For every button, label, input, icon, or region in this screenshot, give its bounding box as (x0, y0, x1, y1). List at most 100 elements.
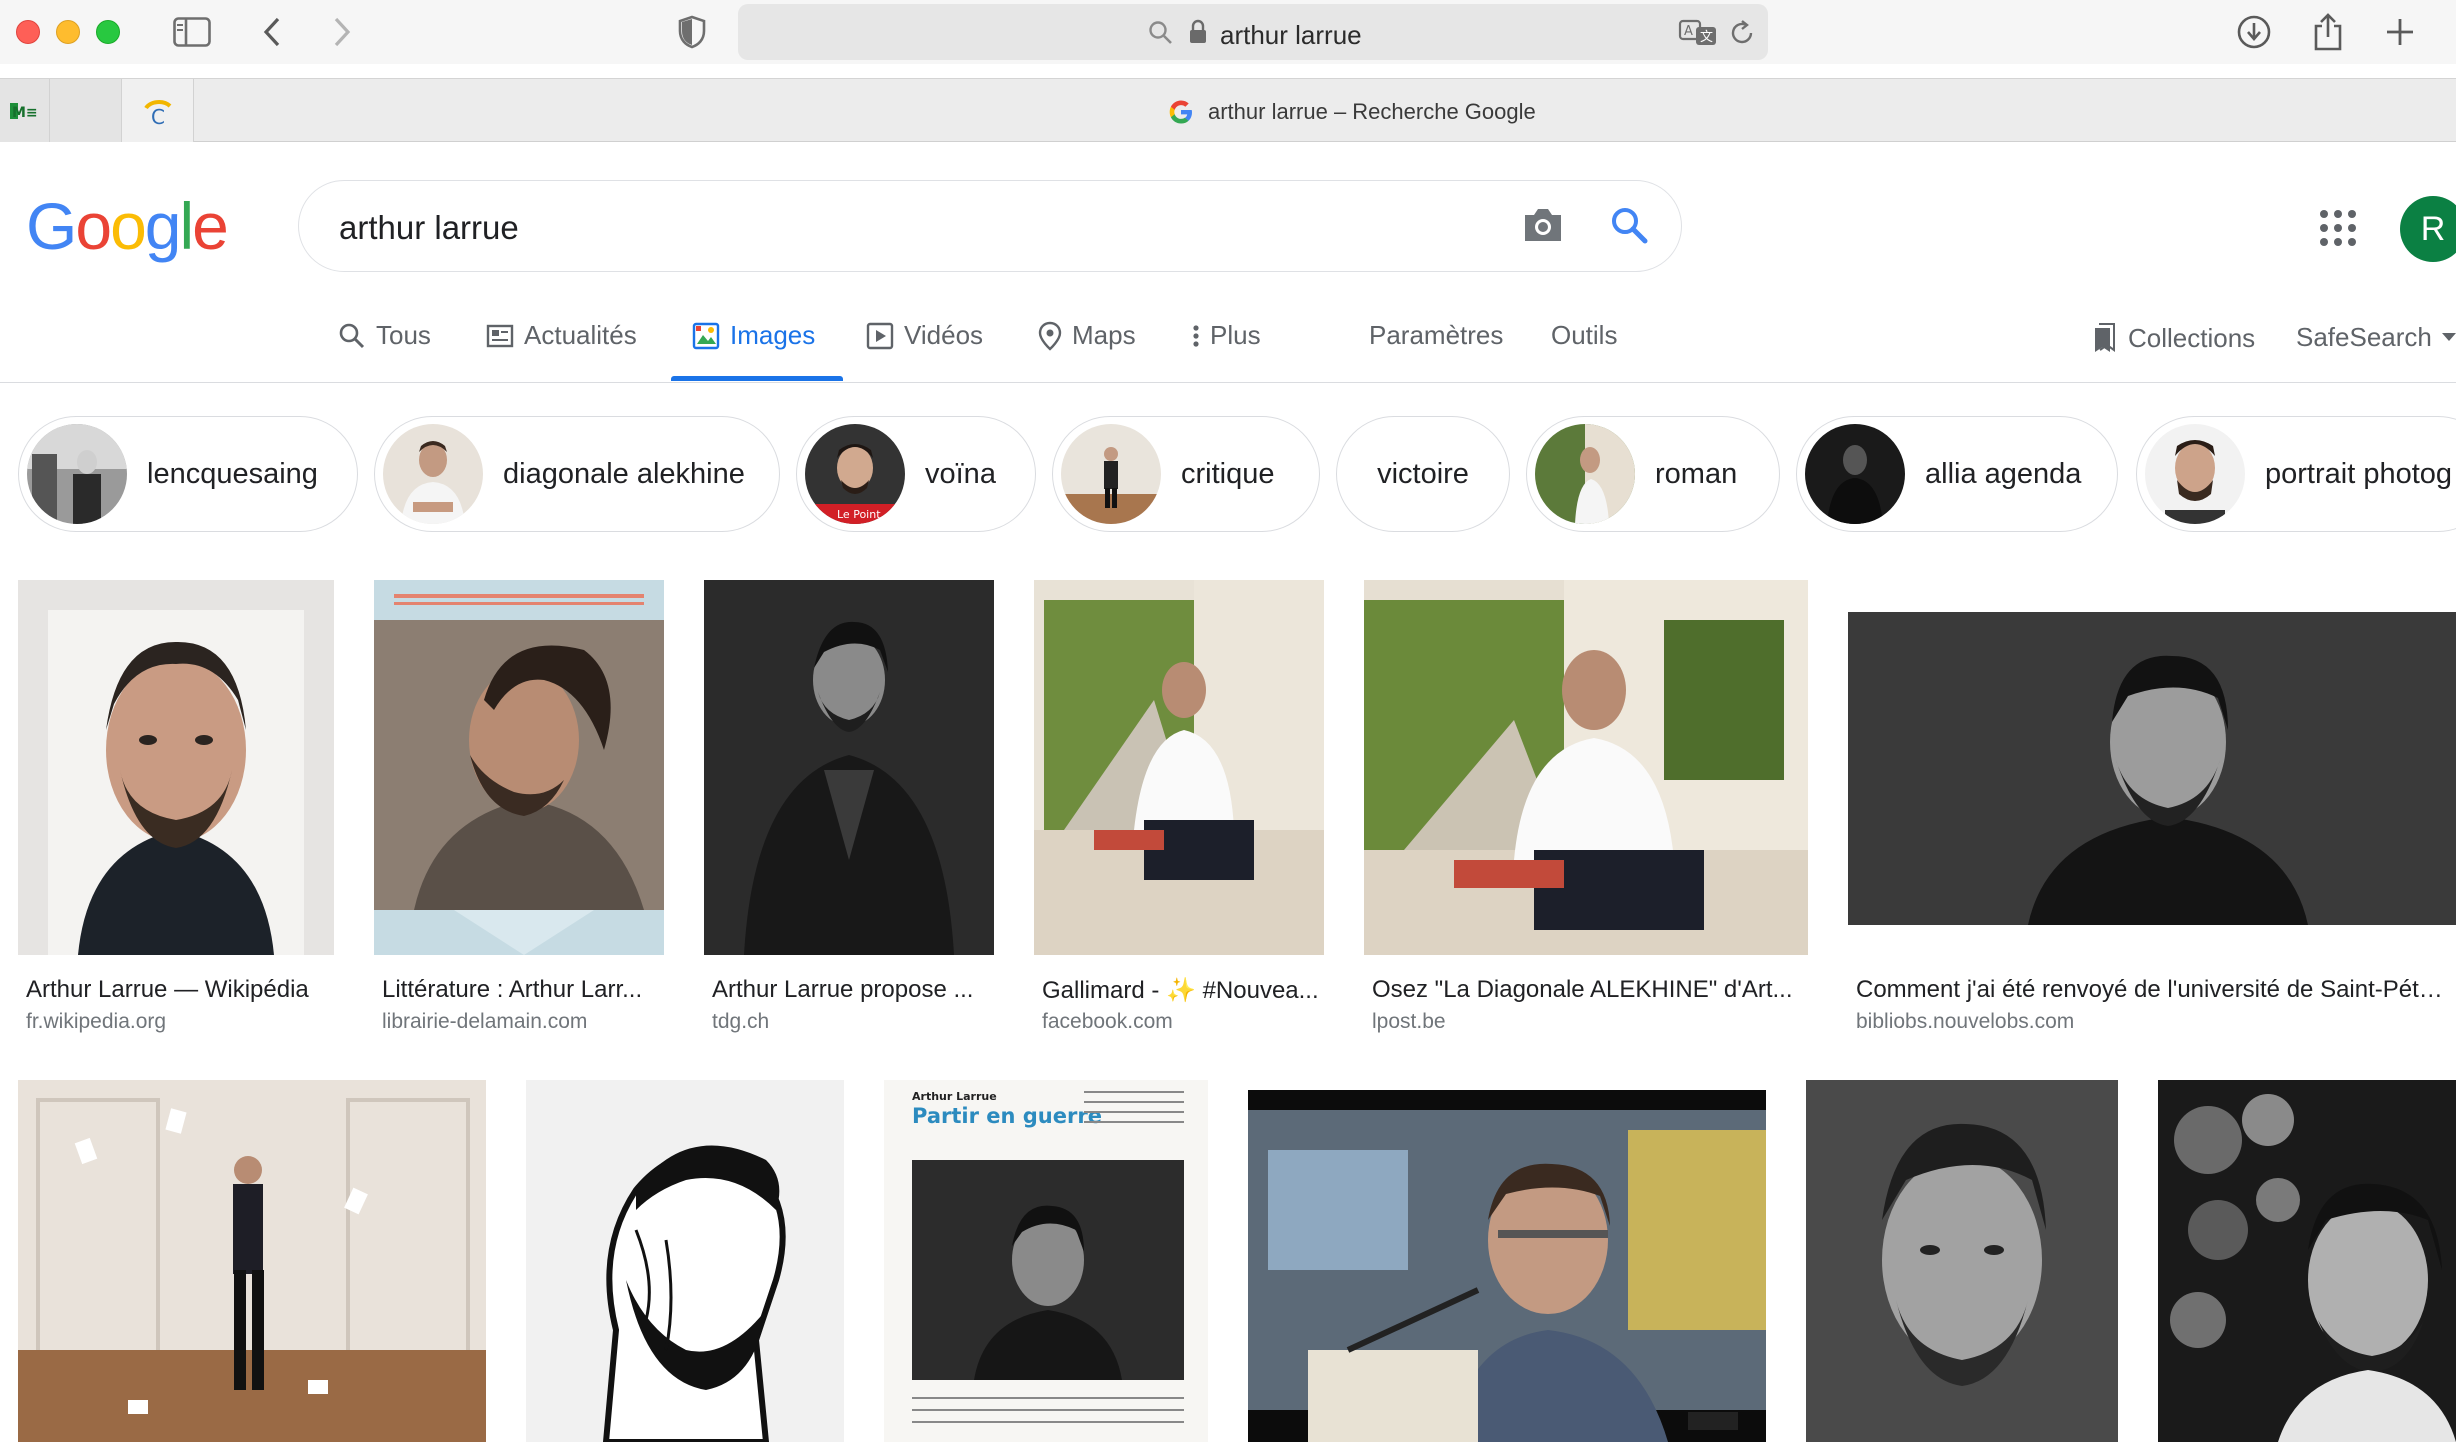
result-thumbnail[interactable]: Arthur Larrue Partir en guerre (884, 1080, 1208, 1442)
header-divider (0, 382, 2456, 383)
video-icon (866, 322, 894, 349)
map-pin-icon (1038, 321, 1062, 351)
camera-icon[interactable] (1521, 205, 1565, 250)
privacy-shield-icon[interactable] (672, 12, 712, 52)
chip-victoire[interactable]: victoire (1336, 416, 1510, 532)
image-result-6[interactable]: Comment j'ai été renvoyé de l'université… (1848, 580, 2456, 1040)
result-thumbnail[interactable] (704, 580, 994, 955)
google-apps-icon[interactable] (2318, 208, 2358, 248)
chip-diagonale-alekhine[interactable]: diagonale alekhine (374, 416, 780, 532)
svg-text:文: 文 (1700, 30, 1713, 45)
result-thumbnail[interactable] (1364, 580, 1808, 955)
avatar[interactable]: R (2400, 196, 2456, 262)
result-thumbnail[interactable] (18, 580, 334, 955)
chip-thumbnail (2145, 424, 2245, 524)
translate-icon[interactable]: A文 (1678, 18, 1718, 53)
result-thumbnail[interactable] (18, 1080, 486, 1442)
tab-images[interactable]: Images (692, 320, 815, 351)
collections-link[interactable]: Collections (2092, 322, 2255, 354)
chip-thumbnail (1535, 424, 1635, 524)
result-thumbnail[interactable] (1806, 1080, 2118, 1442)
image-result-2[interactable]: Littérature : Arthur Larr... librairie-d… (374, 580, 664, 1040)
image-result-10[interactable] (1248, 1090, 1766, 1442)
svg-text:C: C (151, 105, 165, 128)
image-result-7[interactable] (18, 1080, 486, 1442)
result-title[interactable]: Arthur Larrue propose ... (712, 976, 996, 1004)
result-title[interactable]: Arthur Larrue — Wikipédia (26, 976, 336, 1004)
result-title[interactable]: Osez "La Diagonale ALEKHINE" d'Art... (1372, 976, 1812, 1004)
search-icon[interactable] (1609, 205, 1649, 250)
reload-icon[interactable] (1728, 19, 1756, 52)
image-icon (692, 322, 720, 349)
pinned-tab-c[interactable]: C (122, 79, 194, 142)
pinned-tab-blank[interactable] (50, 79, 122, 142)
chip-lencquesaing[interactable]: lencquesaing (18, 416, 358, 532)
active-tab-title[interactable]: arthur larrue – Recherche Google (1208, 99, 1536, 125)
settings-link[interactable]: Paramètres (1369, 320, 1503, 351)
tab-tous[interactable]: Tous (338, 320, 431, 351)
chip-critique[interactable]: critique (1052, 416, 1320, 532)
search-box[interactable]: arthur larrue (298, 180, 1682, 272)
image-result-8[interactable] (526, 1080, 844, 1442)
image-result-3[interactable]: Arthur Larrue propose ... tdg.ch (704, 580, 994, 1040)
tab-actualites[interactable]: Actualités (486, 320, 637, 351)
safesearch-dropdown[interactable]: SafeSearch (2296, 322, 2456, 353)
chip-allia-agenda[interactable]: allia agenda (1796, 416, 2118, 532)
chip-roman[interactable]: roman (1526, 416, 1780, 532)
close-window-button[interactable] (16, 20, 40, 44)
result-source: fr.wikipedia.org (26, 1010, 167, 1033)
chip-thumbnail (1061, 424, 1161, 524)
result-title[interactable]: Littérature : Arthur Larr... (382, 976, 666, 1004)
search-icon (1148, 20, 1174, 51)
svg-text:Arthur Larrue: Arthur Larrue (912, 1090, 997, 1103)
chip-thumbnail (27, 424, 127, 524)
pinned-tab-ms[interactable]: M≡ (0, 79, 50, 142)
minimize-window-button[interactable] (56, 20, 80, 44)
lock-icon (1188, 18, 1208, 51)
svg-text:Partir en guerre: Partir en guerre (912, 1104, 1102, 1128)
image-result-9[interactable]: Arthur Larrue Partir en guerre (884, 1080, 1208, 1442)
image-result-5[interactable]: Osez "La Diagonale ALEKHINE" d'Art... lp… (1364, 580, 1808, 1040)
chip-voina[interactable]: Le Point voïna (796, 416, 1036, 532)
tab-bar: M≡ C arthur larrue – Recherche Google (0, 78, 2456, 142)
result-title[interactable]: Comment j'ai été renvoyé de l'université… (1856, 976, 2456, 1004)
chip-thumbnail: Le Point (805, 424, 905, 524)
result-source: librairie-delamain.com (382, 1010, 588, 1033)
sidebar-icon[interactable] (172, 12, 212, 52)
forward-icon[interactable] (322, 12, 362, 52)
google-favicon-icon (1168, 99, 1194, 130)
address-bar[interactable]: arthur larrue A文 (738, 4, 1768, 60)
result-thumbnail[interactable] (2158, 1080, 2456, 1442)
google-logo[interactable]: Google (26, 188, 229, 264)
search-icon (339, 323, 365, 348)
browser-toolbar: arthur larrue A文 (0, 0, 2456, 64)
svg-text:M≡: M≡ (12, 105, 38, 121)
result-thumbnail[interactable] (1848, 612, 2456, 925)
image-result-1[interactable]: Arthur Larrue — Wikipédia fr.wikipedia.o… (18, 580, 334, 1040)
share-icon[interactable] (2308, 12, 2348, 52)
svg-text:Le Point: Le Point (837, 508, 881, 521)
downloads-icon[interactable] (2234, 12, 2274, 52)
image-result-11[interactable] (1806, 1080, 2118, 1442)
result-source: facebook.com (1042, 1010, 1173, 1033)
chip-thumbnail (383, 424, 483, 524)
tab-maps[interactable]: Maps (1038, 320, 1136, 351)
result-thumbnail[interactable] (526, 1080, 844, 1442)
zoom-window-button[interactable] (96, 20, 120, 44)
chip-portrait-photog[interactable]: portrait photog (2136, 416, 2456, 532)
result-thumbnail[interactable] (1034, 580, 1324, 955)
bookmark-icon (2095, 323, 2115, 352)
tools-link[interactable]: Outils (1551, 320, 1617, 351)
tab-videos[interactable]: Vidéos (866, 320, 983, 351)
result-source: lpost.be (1372, 1010, 1446, 1033)
svg-text:A: A (1684, 24, 1693, 39)
image-result-12[interactable] (2158, 1080, 2456, 1442)
new-tab-icon[interactable] (2380, 12, 2420, 52)
result-thumbnail[interactable] (374, 580, 664, 955)
tab-plus[interactable]: Plus (1192, 320, 1261, 351)
search-input[interactable]: arthur larrue (339, 209, 519, 247)
result-thumbnail[interactable] (1248, 1090, 1766, 1442)
image-result-4[interactable]: Gallimard - ✨ #Nouvea... facebook.com (1034, 580, 1324, 1040)
back-icon[interactable] (252, 12, 292, 52)
result-title[interactable]: Gallimard - ✨ #Nouvea... (1042, 976, 1326, 1005)
